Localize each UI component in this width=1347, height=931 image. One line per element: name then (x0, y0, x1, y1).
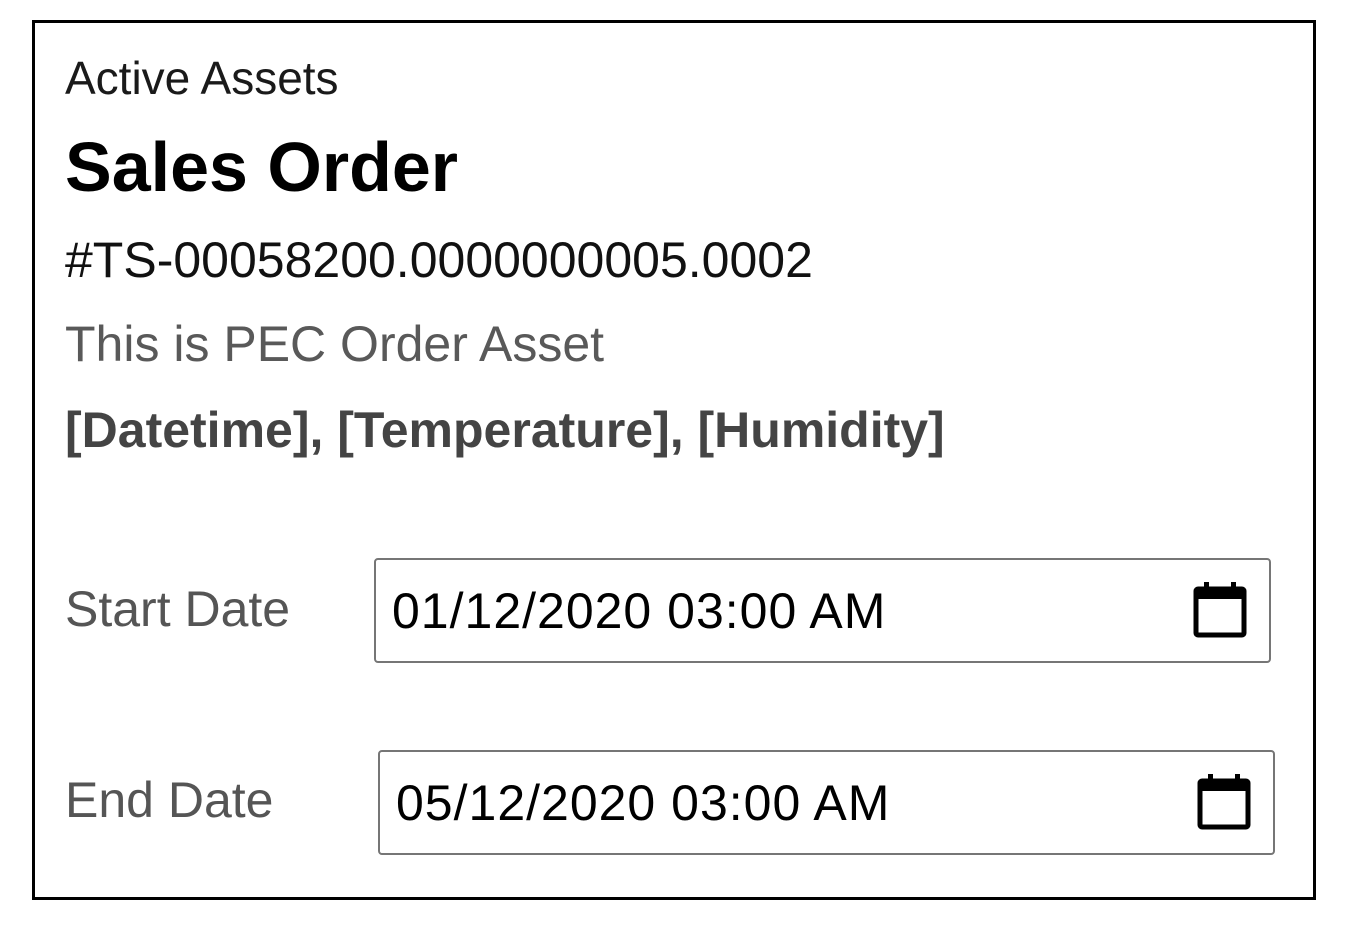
order-id: #TS-00058200.0000000005.0002 (65, 232, 813, 288)
start-date-value[interactable]: 01/12/2020 03:00 AM (392, 582, 886, 640)
end-date-label: End Date (65, 772, 274, 828)
panel-subtitle: Active Assets (65, 52, 339, 104)
start-date-input[interactable]: 01/12/2020 03:00 AM (374, 558, 1271, 663)
calendar-icon[interactable] (1197, 772, 1251, 830)
asset-fields: [Datetime], [Temperature], [Humidity] (65, 402, 945, 458)
page-title: Sales Order (65, 128, 458, 206)
end-date-input[interactable]: 05/12/2020 03:00 AM (378, 750, 1275, 855)
end-date-value[interactable]: 05/12/2020 03:00 AM (396, 774, 890, 832)
calendar-icon[interactable] (1193, 580, 1247, 638)
asset-description: This is PEC Order Asset (65, 316, 605, 372)
start-date-label: Start Date (65, 581, 291, 637)
asset-panel: Active Assets Sales Order #TS-00058200.0… (32, 20, 1316, 900)
